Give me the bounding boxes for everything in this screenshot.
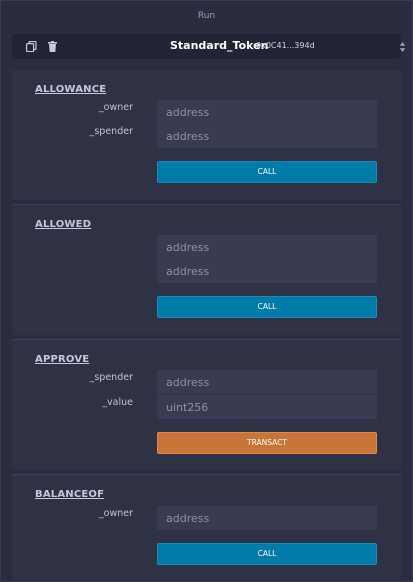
function-title: BALANCEOF bbox=[35, 489, 105, 500]
address-input[interactable] bbox=[157, 259, 377, 283]
owner-input[interactable] bbox=[157, 506, 377, 530]
spender-input[interactable] bbox=[157, 370, 377, 394]
sort-arrows-icon[interactable] bbox=[399, 41, 406, 53]
trash-icon[interactable] bbox=[47, 41, 58, 52]
call-button[interactable]: CALL bbox=[157, 161, 377, 183]
param-label: _owner bbox=[98, 508, 133, 519]
param-label: _owner bbox=[98, 102, 133, 113]
contract-name: Standard_Token bbox=[170, 39, 269, 52]
owner-input[interactable] bbox=[157, 100, 377, 124]
param-label: _value bbox=[102, 397, 133, 408]
panel-title: Run bbox=[197, 11, 216, 21]
spender-input[interactable] bbox=[157, 124, 377, 148]
call-button[interactable]: CALL bbox=[157, 543, 377, 565]
function-title: APPROVE bbox=[35, 354, 90, 365]
address-input[interactable] bbox=[157, 235, 377, 259]
param-label: _spender bbox=[89, 126, 133, 137]
call-button[interactable]: CALL bbox=[157, 296, 377, 318]
param-label: _spender bbox=[89, 372, 133, 383]
contract-address: 0x0C41...394d bbox=[256, 41, 315, 50]
copy-icon[interactable] bbox=[26, 41, 37, 52]
transact-button[interactable]: TRANSACT bbox=[157, 432, 377, 454]
value-input[interactable] bbox=[157, 395, 377, 419]
contract-header[interactable]: Standard_Token 0x0C41...394d bbox=[12, 34, 406, 59]
function-title: ALLOWED bbox=[35, 219, 92, 230]
function-title: ALLOWANCE bbox=[35, 84, 107, 95]
